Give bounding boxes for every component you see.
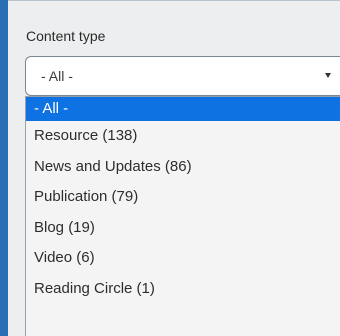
option-video[interactable]: Video (6) bbox=[26, 243, 340, 274]
option-resource[interactable]: Resource (138) bbox=[26, 121, 340, 152]
option-publication[interactable]: Publication (79) bbox=[26, 182, 340, 213]
content-type-label: Content type bbox=[26, 28, 106, 44]
content-type-select[interactable]: - All - bbox=[25, 56, 340, 96]
content-type-dropdown-list: - All - Resource (138) News and Updates … bbox=[25, 96, 340, 336]
select-current-value: - All - bbox=[41, 68, 73, 84]
option-all[interactable]: - All - bbox=[26, 97, 340, 121]
caret-down-icon[interactable] bbox=[325, 73, 331, 78]
option-news-and-updates[interactable]: News and Updates (86) bbox=[26, 152, 340, 183]
option-reading-circle[interactable]: Reading Circle (1) bbox=[26, 274, 340, 305]
filter-panel: Content type - All - - All - Resource (1… bbox=[8, 0, 340, 336]
option-blog[interactable]: Blog (19) bbox=[26, 213, 340, 244]
